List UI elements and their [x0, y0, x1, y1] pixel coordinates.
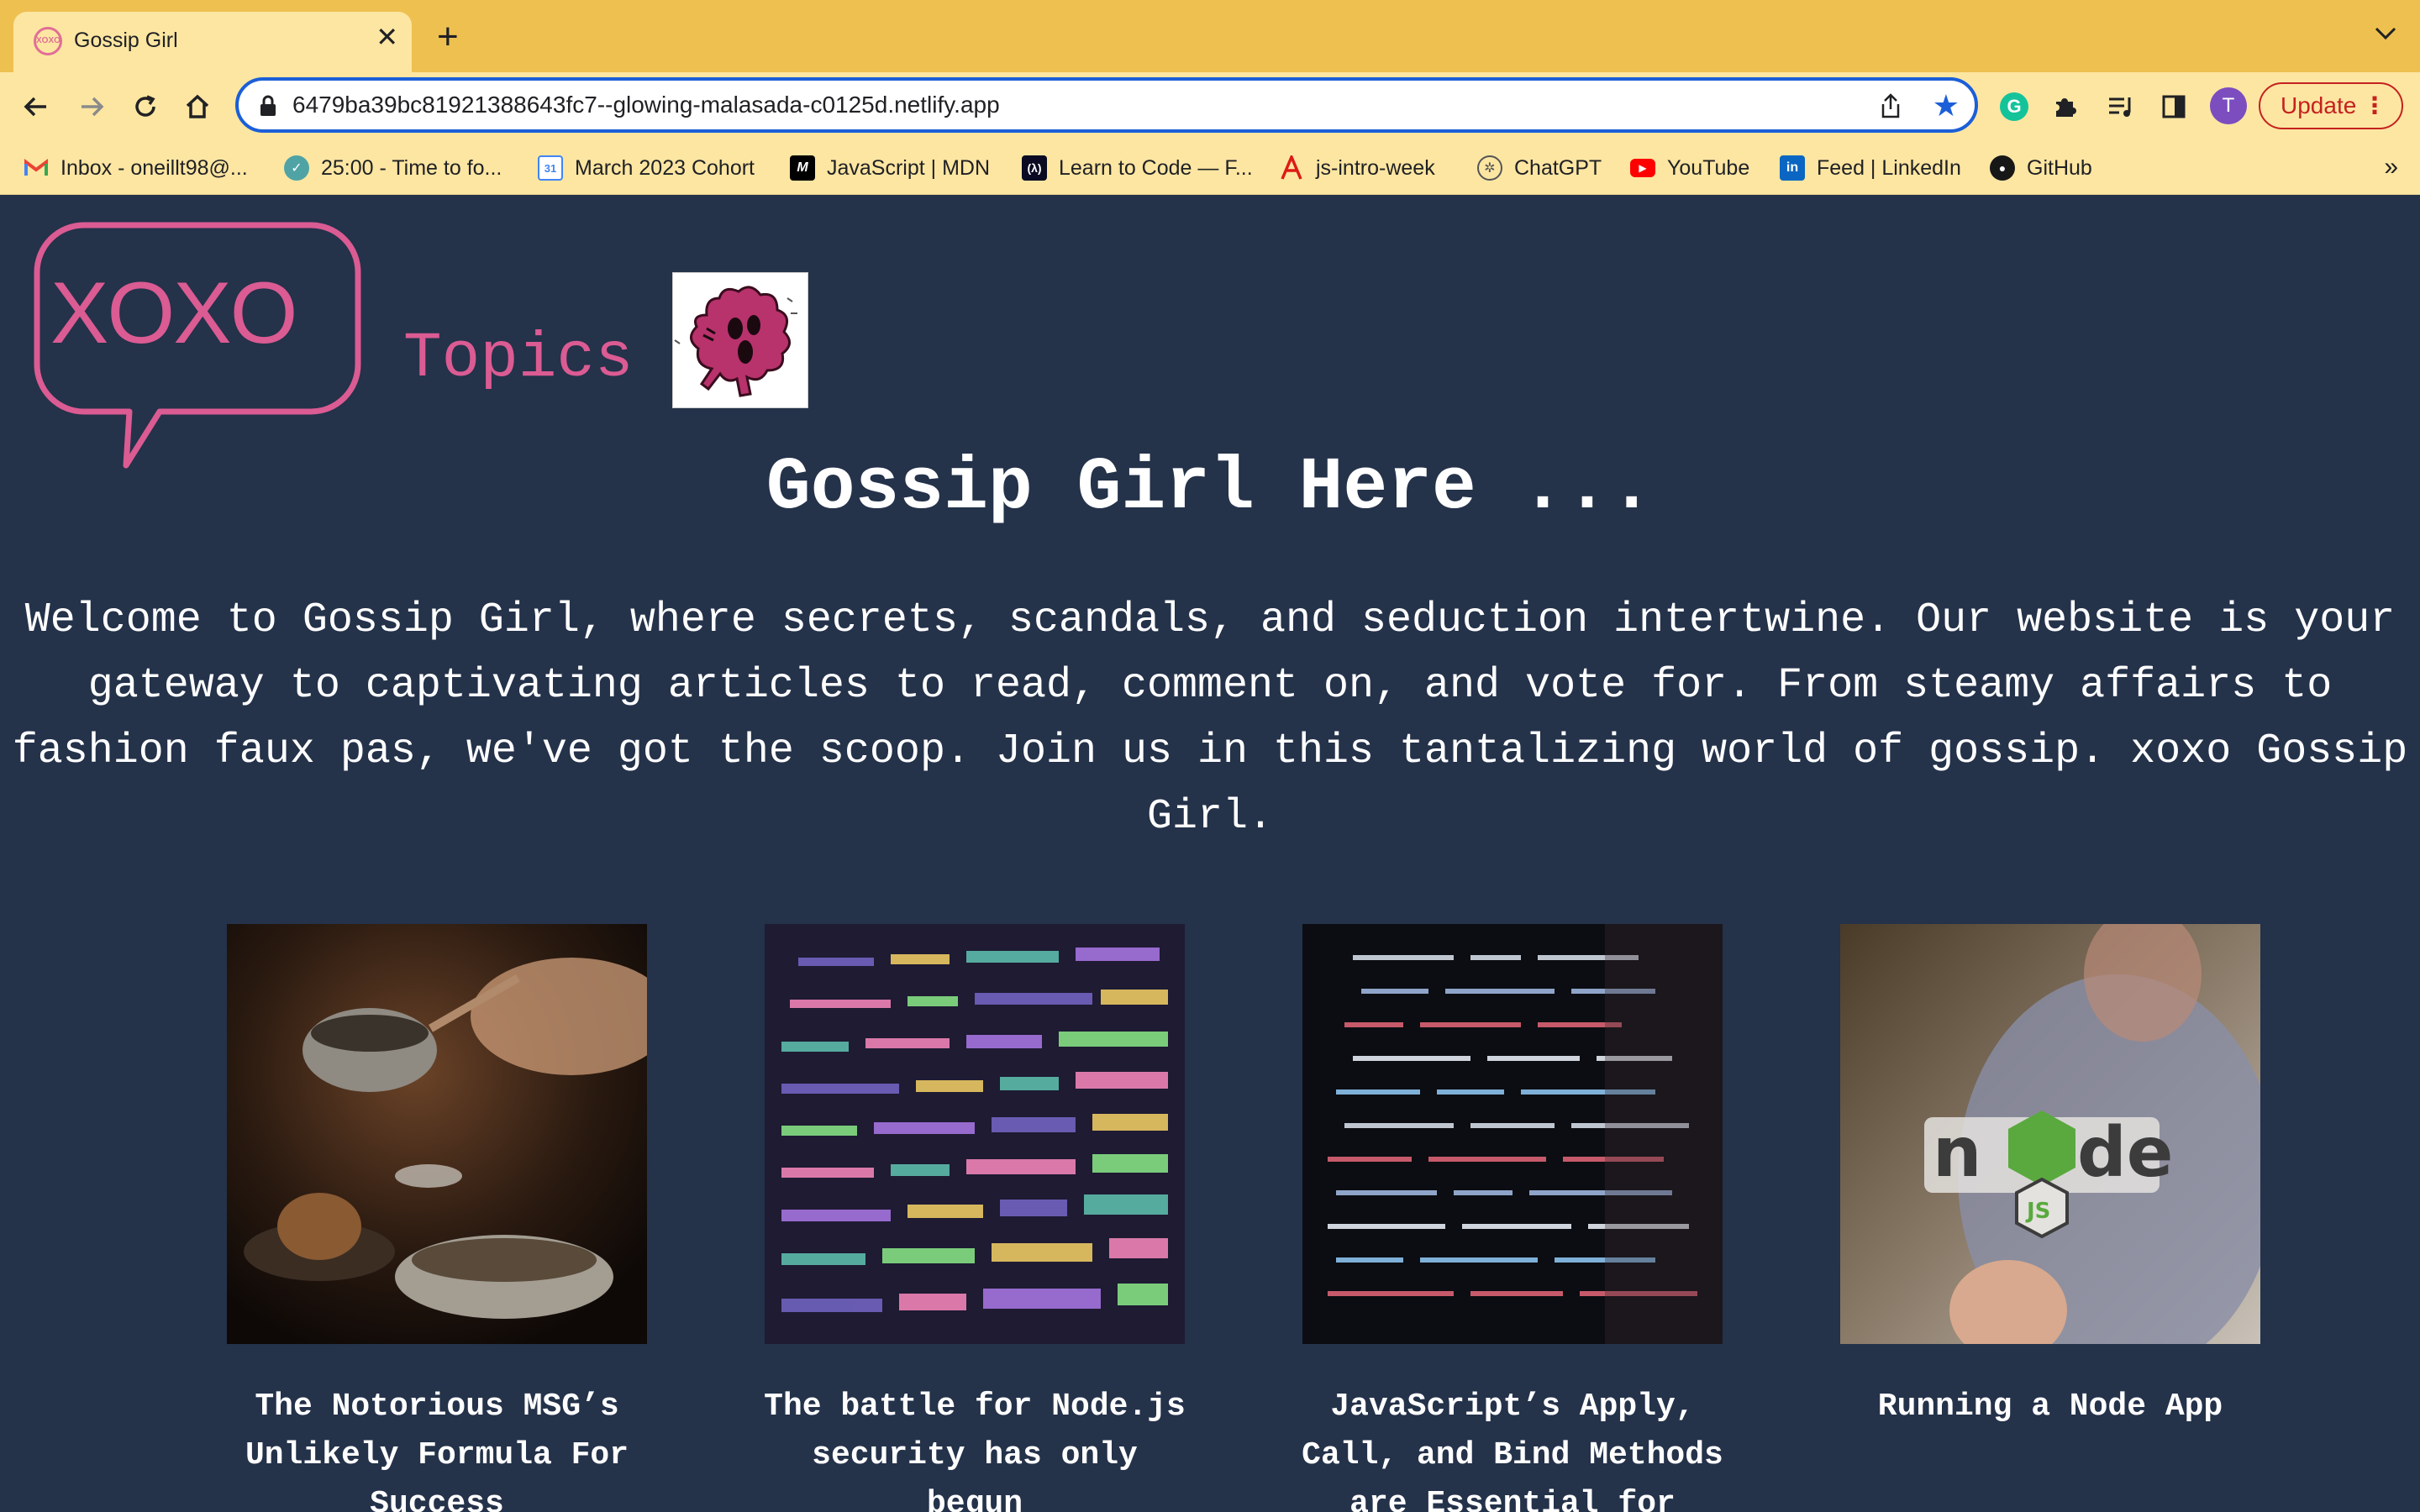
- address-bar[interactable]: 6479ba39bc81921388643fc7--glowing-malasa…: [235, 77, 1978, 133]
- article-title[interactable]: The battle for Node.js security has only…: [758, 1383, 1192, 1512]
- mdn-icon: M: [790, 155, 815, 181]
- chevron-down-icon[interactable]: [2375, 27, 2396, 45]
- bookmark-linkedin[interactable]: in Feed | LinkedIn: [1780, 153, 1961, 183]
- article-image[interactable]: n de JS: [1840, 924, 2260, 1344]
- back-arrow-icon[interactable]: [18, 89, 54, 124]
- article-title[interactable]: The Notorious MSG’s Unlikely Formula For…: [220, 1383, 654, 1512]
- profile-avatar[interactable]: T: [2210, 87, 2247, 124]
- github-icon: ●: [1990, 155, 2015, 181]
- svg-text:de: de: [2077, 1113, 2173, 1193]
- angular-icon: [1279, 155, 1304, 181]
- update-label: Update: [2281, 92, 2357, 118]
- check-circle-icon: ✓: [284, 155, 309, 181]
- youtube-icon: ▶: [1630, 159, 1655, 177]
- topics-link[interactable]: Topics: [403, 321, 634, 396]
- svg-text:JS: JS: [2025, 1199, 2050, 1224]
- article-title[interactable]: Running a Node App: [1833, 1383, 2267, 1431]
- intro-paragraph: Welcome to Gossip Girl, where secrets, s…: [12, 596, 2408, 841]
- bookmark-github[interactable]: ● GitHub: [1990, 153, 2092, 183]
- more-vert-icon: ⋮: [2363, 92, 2386, 118]
- bookmark-label: ChatGPT: [1514, 155, 1602, 180]
- tab-strip: XOXO Gossip Girl ✕ +: [0, 0, 2420, 72]
- bookmark-youtube[interactable]: ▶ YouTube: [1630, 153, 1749, 183]
- update-button[interactable]: Update ⋮: [2259, 82, 2403, 129]
- article-image[interactable]: [765, 924, 1185, 1344]
- media-queue-icon[interactable]: [2104, 89, 2139, 124]
- xoxo-logo[interactable]: XOXO: [34, 220, 370, 476]
- forward-arrow-icon[interactable]: [74, 89, 109, 124]
- article-title[interactable]: JavaScript’s Apply, Call, and Bind Metho…: [1296, 1383, 1729, 1512]
- bookmark-label: GitHub: [2027, 155, 2092, 180]
- bookmark-mdn[interactable]: M JavaScript | MDN: [790, 153, 990, 183]
- bookmarks-bar: Inbox - oneillt98@... ✓ 25:00 - Time to …: [0, 141, 2420, 195]
- lock-icon[interactable]: [259, 94, 277, 122]
- bookmark-label: 25:00 - Time to fo...: [321, 155, 502, 180]
- url-text[interactable]: 6479ba39bc81921388643fc7--glowing-malasa…: [292, 92, 1000, 118]
- gmail-icon: [24, 155, 49, 181]
- bookmark-label: js-intro-week: [1316, 155, 1435, 180]
- calendar-icon: 31: [538, 155, 563, 181]
- bookmark-timer[interactable]: ✓ 25:00 - Time to fo...: [284, 153, 502, 183]
- tab-favicon-icon: XOXO: [34, 27, 62, 55]
- linkedin-icon: in: [1780, 155, 1805, 181]
- svg-text:n: n: [1933, 1113, 1981, 1193]
- extensions-puzzle-icon[interactable]: [2047, 89, 2082, 124]
- article-image[interactable]: [1302, 924, 1723, 1344]
- home-icon[interactable]: [180, 89, 215, 124]
- logo-text: XOXO: [50, 265, 298, 362]
- bookmark-chatgpt[interactable]: ✲ ChatGPT: [1477, 153, 1602, 183]
- tab-title: Gossip Girl: [74, 29, 178, 52]
- bookmark-label: YouTube: [1667, 155, 1750, 180]
- bookmark-gmail[interactable]: Inbox - oneillt98@...: [24, 153, 248, 183]
- bookmark-label: Learn to Code — F...: [1059, 155, 1253, 180]
- bookmark-label: JavaScript | MDN: [827, 155, 991, 180]
- share-icon[interactable]: [1879, 92, 1902, 123]
- freecodecamp-icon: (λ): [1022, 155, 1047, 181]
- bookmark-freecodecamp[interactable]: (λ) Learn to Code — F...: [1022, 153, 1253, 183]
- bookmark-star-icon[interactable]: ★: [1933, 89, 1960, 123]
- grammarly-icon[interactable]: G: [1996, 89, 2032, 124]
- hero-title: Gossip Girl Here ...: [765, 447, 1655, 530]
- bookmark-label: Inbox - oneillt98@...: [60, 155, 248, 180]
- browser-tab[interactable]: XOXO Gossip Girl ✕: [13, 12, 412, 72]
- bookmark-label: March 2023 Cohort: [575, 155, 755, 180]
- pink-monster-icon[interactable]: [672, 272, 808, 408]
- bookmark-cohort[interactable]: 31 March 2023 Cohort: [538, 153, 755, 183]
- bookmark-label: Feed | LinkedIn: [1817, 155, 1961, 180]
- browser-toolbar: 6479ba39bc81921388643fc7--glowing-malasa…: [0, 72, 2420, 141]
- page-content: XOXO Topics Gossip Girl Here ... Welcome…: [0, 195, 2420, 1512]
- tab-close-icon[interactable]: ✕: [376, 22, 398, 52]
- article-image[interactable]: [227, 924, 647, 1344]
- reload-icon[interactable]: [128, 89, 163, 124]
- openai-icon: ✲: [1477, 155, 1502, 181]
- bookmarks-overflow-icon[interactable]: »: [2384, 153, 2398, 181]
- new-tab-icon[interactable]: +: [437, 18, 459, 55]
- side-panel-icon[interactable]: [2156, 89, 2191, 124]
- bookmark-js-intro-week[interactable]: js-intro-week: [1279, 153, 1435, 183]
